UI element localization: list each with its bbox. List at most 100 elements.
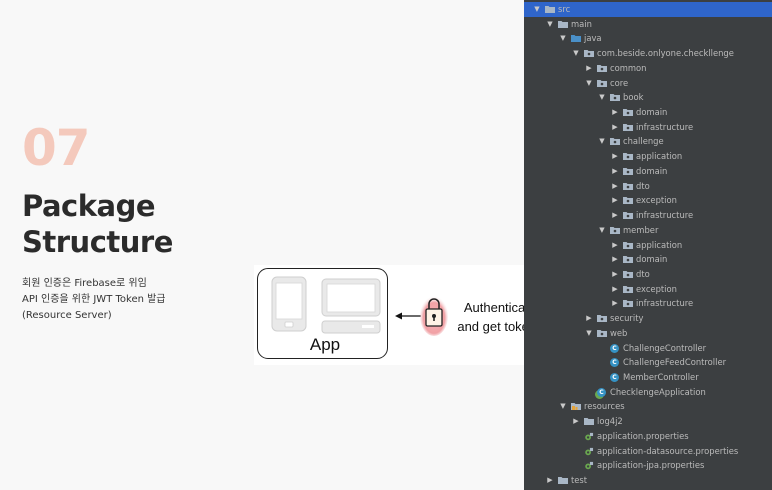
collapse-arrow-icon[interactable]: ▶	[610, 252, 620, 267]
expand-arrow-icon[interactable]: ▼	[597, 90, 607, 105]
expand-arrow-icon[interactable]: ▼	[584, 326, 594, 341]
tree-node[interactable]: ▼ src	[524, 2, 772, 17]
tree-node[interactable]: ▼ main	[524, 17, 772, 32]
collapse-arrow-icon[interactable]: ▶	[545, 473, 555, 488]
tree-node[interactable]: application.properties	[524, 429, 772, 444]
tree-node-label: domain	[636, 107, 668, 118]
tree-node-label: application	[636, 151, 683, 162]
collapse-arrow-icon[interactable]: ▶	[610, 296, 620, 311]
expand-arrow-icon[interactable]: ▼	[532, 2, 542, 17]
collapse-arrow-icon[interactable]: ▶	[610, 282, 620, 297]
project-tree-panel[interactable]: ▼ src ▼ main ▼ java ▼ com.beside.onlyone.checkl…	[524, 0, 772, 490]
tree-node-label: security	[610, 313, 644, 324]
tree-node[interactable]: ▶ common	[524, 61, 772, 76]
tree-node-label: book	[623, 92, 644, 103]
tree-node[interactable]: ▶ log4j2	[524, 414, 772, 429]
resources-folder-icon	[571, 402, 581, 411]
package-icon	[623, 182, 633, 191]
collapse-arrow-icon[interactable]: ▶	[610, 149, 620, 164]
tree-node[interactable]: ▶ security	[524, 311, 772, 326]
tree-node[interactable]: ▼ web	[524, 326, 772, 341]
tree-node[interactable]: ▶ exception	[524, 282, 772, 297]
slide-title-line-2: Structure	[22, 225, 173, 259]
tree-node[interactable]: application-datasource.properties	[524, 444, 772, 459]
collapse-arrow-icon[interactable]: ▶	[610, 179, 620, 194]
expand-arrow-icon[interactable]: ▼	[558, 399, 568, 414]
tree-node-label: ChecklengeApplication	[610, 386, 706, 397]
tree-node[interactable]: ▶ application	[524, 149, 772, 164]
collapse-arrow-icon[interactable]: ▶	[610, 193, 620, 208]
expand-arrow-icon[interactable]: ▼	[584, 76, 594, 91]
package-icon	[623, 270, 633, 279]
tree-node-label: com.beside.onlyone.checkllenge	[597, 48, 734, 59]
tree-node-label: application-datasource.properties	[597, 445, 739, 456]
tree-node-label: main	[571, 18, 592, 29]
tree-node-label: infrastructure	[636, 210, 694, 221]
expand-arrow-icon[interactable]: ▼	[597, 223, 607, 238]
slide-number: 07	[22, 119, 91, 177]
package-icon	[597, 64, 607, 73]
tree-node[interactable]: C ChecklengeApplication	[524, 385, 772, 400]
collapse-arrow-icon[interactable]: ▶	[571, 414, 581, 429]
collapse-arrow-icon[interactable]: ▶	[584, 61, 594, 76]
collapse-arrow-icon[interactable]: ▶	[584, 311, 594, 326]
tree-node[interactable]: ▶ exception	[524, 193, 772, 208]
tree-node[interactable]: ▶ domain	[524, 252, 772, 267]
description-line: 회원 인증은 Firebase로 위임	[22, 278, 147, 289]
tree-node-label: infrastructure	[636, 121, 694, 132]
tree-node-label: exception	[636, 195, 677, 206]
package-icon	[610, 226, 620, 235]
expand-arrow-icon[interactable]: ▼	[597, 134, 607, 149]
collapse-arrow-icon[interactable]: ▶	[610, 105, 620, 120]
tree-node[interactable]: ▼ com.beside.onlyone.checkllenge	[524, 46, 772, 61]
collapse-arrow-icon[interactable]: ▶	[610, 120, 620, 135]
package-icon	[623, 152, 633, 161]
description-line: API 인증을 위한 JWT Token 발급	[22, 294, 166, 305]
tree-node[interactable]: ▼ challenge	[524, 134, 772, 149]
package-icon	[597, 329, 607, 338]
tree-node-label: ChallengeController	[623, 342, 707, 353]
tree-node[interactable]: ▼ core	[524, 76, 772, 91]
tree-node-label: application	[636, 239, 683, 250]
tree-node[interactable]: ▼ book	[524, 90, 772, 105]
expand-arrow-icon[interactable]: ▼	[545, 17, 555, 32]
tree-node-label: dto	[636, 180, 650, 191]
package-icon	[623, 255, 633, 264]
tree-node[interactable]: ▶ dto	[524, 179, 772, 194]
tree-node[interactable]: ▶ test	[524, 473, 772, 488]
tree-node[interactable]: ▼ member	[524, 223, 772, 238]
tree-node[interactable]: C ChallengeController	[524, 341, 772, 356]
expand-arrow-icon[interactable]: ▼	[558, 31, 568, 46]
package-icon	[623, 285, 633, 294]
tree-node[interactable]: ▼ java	[524, 31, 772, 46]
properties-icon	[584, 447, 594, 456]
tree-node[interactable]: application-jpa.properties	[524, 458, 772, 473]
tree-node[interactable]: ▶ domain	[524, 164, 772, 179]
tree-node[interactable]: ▶ infrastructure	[524, 296, 772, 311]
tree-node-label: member	[623, 224, 659, 235]
tree-node-label: infrastructure	[636, 298, 694, 309]
expand-arrow-icon[interactable]: ▼	[571, 46, 581, 61]
package-icon	[597, 79, 607, 88]
collapse-arrow-icon[interactable]: ▶	[610, 267, 620, 282]
collapse-arrow-icon[interactable]: ▶	[610, 164, 620, 179]
description-line: (Resource Server)	[22, 310, 112, 321]
tree-node[interactable]: ▶ domain	[524, 105, 772, 120]
lock-icon	[420, 296, 448, 336]
collapse-arrow-icon[interactable]: ▶	[610, 238, 620, 253]
app-box: App	[257, 268, 388, 359]
tree-node[interactable]: ▼ resources	[524, 399, 772, 414]
class-icon: C	[610, 373, 620, 382]
source-folder-icon	[571, 34, 581, 43]
tree-node[interactable]: ▶ dto	[524, 267, 772, 282]
tree-node[interactable]: C ChallengeFeedController	[524, 355, 772, 370]
tree-node[interactable]: ▶ application	[524, 238, 772, 253]
class-icon: C	[610, 343, 620, 353]
tree-node-label: domain	[636, 165, 668, 176]
tree-node-label: test	[571, 475, 588, 486]
tree-node-label: core	[610, 77, 629, 88]
tree-node[interactable]: ▶ infrastructure	[524, 208, 772, 223]
collapse-arrow-icon[interactable]: ▶	[610, 208, 620, 223]
tree-node[interactable]: ▶ infrastructure	[524, 120, 772, 135]
tree-node[interactable]: C MemberController	[524, 370, 772, 385]
